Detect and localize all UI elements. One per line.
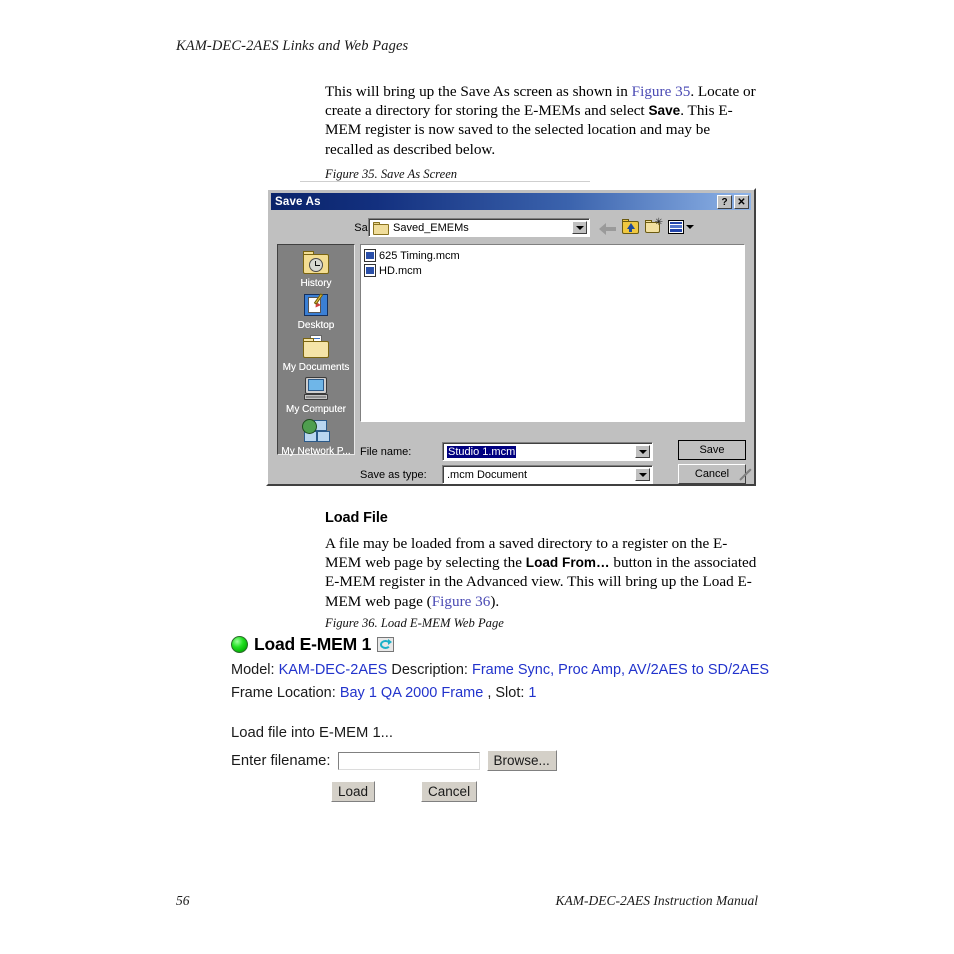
place-item-history[interactable]: History [278, 249, 354, 289]
save-as-type-label: Save as type: [360, 469, 427, 481]
file-name: 625 Timing.mcm [379, 249, 460, 262]
save-in-dropdown[interactable]: Saved_EMEMs [368, 218, 590, 237]
create-new-folder-icon[interactable]: ✳ [645, 218, 663, 234]
my-documents-icon [301, 333, 331, 361]
save-button[interactable]: Save [678, 440, 746, 460]
up-one-level-icon[interactable] [622, 219, 639, 234]
frame-location-label: Frame Location: [231, 685, 336, 701]
views-icon [668, 219, 684, 234]
save-in-value: Saved_EMEMs [393, 222, 469, 234]
scan-artifact-line [300, 181, 590, 182]
close-icon[interactable]: ✕ [734, 194, 749, 209]
cancel-button[interactable]: Cancel [678, 464, 746, 484]
dialog-title: Save As [275, 195, 321, 208]
save-as-type-value: .mcm Document [447, 469, 528, 481]
load-emem-web-page: Load E-MEM 1 Model: KAM-DEC-2AES Descrip… [231, 634, 771, 802]
place-label: My Network P... [281, 446, 351, 457]
section-heading-load-file: Load File [325, 510, 388, 526]
load-file-paragraph: A file may be loaded from a saved direct… [325, 535, 757, 610]
desktop-icon [301, 291, 331, 319]
save-as-type-dropdown[interactable]: .mcm Document [442, 465, 653, 484]
titlebar-buttons: ? ✕ [717, 194, 751, 209]
filename-input[interactable] [337, 751, 480, 770]
dialog-toolbar: ✳ [599, 218, 694, 235]
chevron-down-icon[interactable] [635, 468, 650, 481]
place-item-desktop[interactable]: Desktop [278, 291, 354, 331]
footer-title: KAM-DEC-2AES Instruction Manual [555, 893, 758, 908]
place-item-my-network-places[interactable]: My Network P... [278, 417, 354, 457]
folder-icon [373, 221, 389, 235]
place-item-my-documents[interactable]: My Documents [278, 333, 354, 373]
model-value: KAM-DEC-2AES [278, 662, 388, 678]
running-head: KAM-DEC-2AES Links and Web Pages [176, 38, 409, 54]
my-computer-icon [301, 375, 331, 403]
frame-location-value: Bay 1 QA 2000 Frame [339, 685, 484, 701]
status-led-icon [231, 636, 248, 653]
file-name-input[interactable]: Studio 1.mcm [442, 442, 653, 461]
filename-form-row: Enter filename: Browse... [231, 750, 771, 771]
model-label: Model: [231, 662, 275, 678]
my-network-places-icon [301, 417, 331, 445]
place-label: History [300, 278, 332, 289]
load-instruction: Load file into E-MEM 1... [231, 725, 394, 741]
place-label: My Computer [285, 404, 346, 415]
load-button[interactable]: Load [331, 781, 376, 802]
refresh-icon[interactable] [377, 637, 395, 652]
file-list[interactable]: 625 Timing.mcm HD.mcm [360, 244, 745, 422]
chevron-down-icon[interactable] [686, 224, 694, 229]
file-name-value: Studio 1.mcm [447, 446, 517, 458]
web-page-header: Load E-MEM 1 [231, 634, 771, 655]
form-button-row: Load Cancel [331, 781, 771, 802]
list-item[interactable]: 625 Timing.mcm [364, 248, 744, 263]
dialog-titlebar[interactable]: Save As ? ✕ [271, 193, 751, 210]
footer-page-number: 56 [176, 893, 190, 908]
help-icon[interactable]: ? [717, 194, 732, 209]
frame-location-line: Frame Location: Bay 1 QA 2000 Frame , Sl… [231, 685, 771, 701]
figure-36-caption: Figure 36. Load E-MEM Web Page [325, 616, 504, 630]
places-bar: History Desktop My Documents My Computer… [277, 244, 355, 457]
place-label: My Documents [282, 362, 350, 373]
resize-grip[interactable] [739, 468, 752, 482]
filename-label: Enter filename: [231, 752, 331, 769]
chevron-down-icon[interactable] [635, 445, 650, 458]
browse-button[interactable]: Browse... [486, 750, 557, 771]
views-button[interactable] [668, 219, 694, 234]
chevron-down-icon[interactable] [572, 221, 587, 234]
intro-paragraph: This will bring up the Save As screen as… [325, 83, 756, 158]
web-cancel-button[interactable]: Cancel [421, 781, 478, 802]
mcm-file-icon [364, 249, 376, 262]
description-label: Description: [391, 662, 468, 678]
place-item-my-computer[interactable]: My Computer [278, 375, 354, 415]
page-title: Load E-MEM 1 [254, 634, 372, 654]
place-label: Desktop [297, 320, 335, 331]
file-name: HD.mcm [379, 264, 422, 277]
history-icon [301, 249, 331, 277]
mcm-file-icon [364, 264, 376, 277]
slot-value: 1 [528, 685, 537, 701]
save-button-label: Save [699, 444, 725, 456]
list-item[interactable]: HD.mcm [364, 263, 744, 278]
save-as-dialog[interactable]: Save As ? ✕ Save in: Saved_EMEMs ✳ Histo… [266, 188, 756, 486]
figure-35-caption: Figure 35. Save As Screen [325, 167, 458, 181]
description-value: Frame Sync, Proc Amp, AV/2AES to SD/2AES [471, 662, 770, 678]
slot-label: , Slot: [487, 685, 525, 701]
file-name-label: File name: [360, 446, 412, 458]
back-arrow-icon[interactable] [599, 222, 616, 235]
cancel-button-label: Cancel [694, 468, 730, 480]
model-description-line: Model: KAM-DEC-2AES Description: Frame S… [231, 662, 771, 678]
